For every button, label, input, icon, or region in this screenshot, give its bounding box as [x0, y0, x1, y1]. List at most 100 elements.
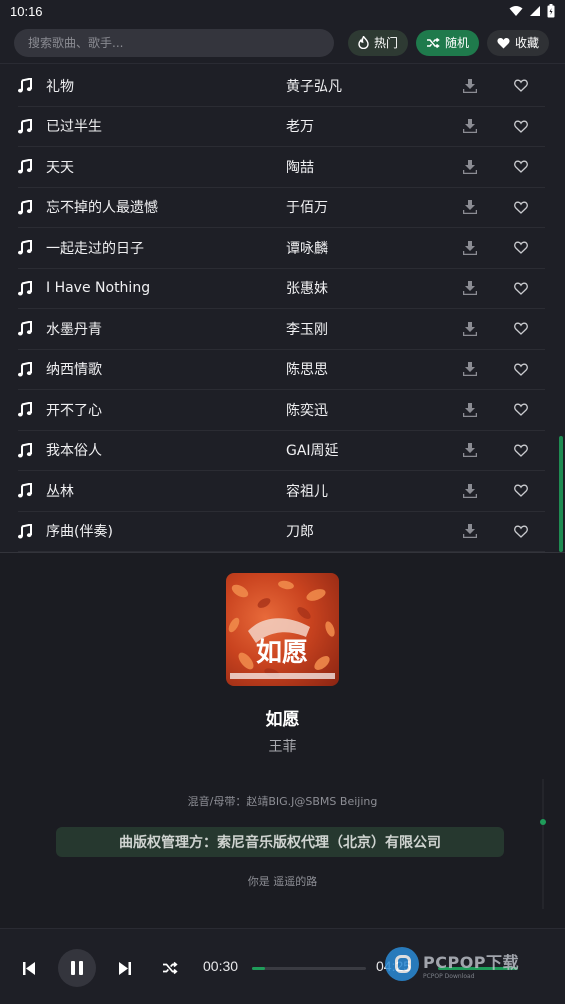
heart-outline-icon: [514, 403, 528, 417]
download-button[interactable]: [440, 281, 500, 296]
favorite-button[interactable]: [500, 282, 542, 295]
music-note-icon: [18, 402, 46, 417]
favorite-button[interactable]: [500, 444, 542, 457]
pause-icon: [71, 961, 83, 975]
heart-outline-icon: [514, 241, 528, 255]
favorite-button[interactable]: [500, 525, 542, 538]
song-title: 水墨丹青: [46, 321, 102, 338]
song-artist: 容祖儿: [286, 483, 328, 500]
search-box[interactable]: [14, 28, 334, 57]
song-row[interactable]: 水墨丹青 李玉刚: [18, 309, 545, 350]
song-artist: 张惠妹: [286, 281, 328, 298]
lyric-line: 你是 遥遥的路: [247, 875, 318, 888]
download-button[interactable]: [440, 119, 500, 134]
download-button[interactable]: [440, 321, 500, 336]
lyrics-scrollbar-thumb[interactable]: [540, 819, 546, 825]
watermark-subtext: PCPOP Download: [423, 972, 475, 980]
song-row[interactable]: 一起走过的日子 谭咏麟: [18, 228, 545, 269]
shuffle-mode-button[interactable]: [158, 957, 182, 979]
lyrics-scrollbar-track[interactable]: [542, 779, 544, 909]
heart-outline-icon: [514, 160, 528, 174]
lyric-line: 混音/母带：赵靖BIG.J@SBMS Beijing: [187, 795, 378, 808]
favorite-button[interactable]: [500, 79, 542, 93]
download-icon: [463, 321, 477, 336]
heart-outline-icon: [514, 363, 528, 376]
song-artist: GAI周延: [286, 443, 339, 460]
download-button[interactable]: [440, 483, 500, 498]
shuffle-chip-label: 随机: [445, 36, 470, 50]
download-icon: [463, 524, 477, 539]
favorite-button[interactable]: [500, 363, 542, 376]
album-cover-art: 如愿: [228, 580, 335, 679]
favorites-chip-button[interactable]: 收藏: [487, 29, 550, 56]
music-note-icon: [18, 483, 46, 498]
pause-button[interactable]: [58, 949, 96, 987]
favorite-button[interactable]: [500, 241, 542, 255]
music-note-icon: [18, 442, 46, 458]
music-note-icon: [18, 321, 46, 336]
song-row[interactable]: 序曲(伴奏) 刀郎: [18, 512, 545, 552]
album-cover-text: 如愿: [256, 638, 308, 668]
favorite-button[interactable]: [500, 120, 542, 133]
favorite-button[interactable]: [500, 160, 542, 174]
download-button[interactable]: [440, 240, 500, 255]
heart-outline-icon: [514, 201, 528, 214]
heart-icon: [497, 37, 510, 48]
album-cover: 如愿: [226, 573, 339, 686]
music-note-icon: [18, 523, 46, 539]
skip-previous-icon: [23, 961, 35, 975]
shuffle-chip-button[interactable]: 随机: [416, 29, 480, 56]
heart-outline-icon: [514, 484, 528, 498]
song-row[interactable]: I Have Nothing 张惠妹: [18, 269, 545, 309]
song-row[interactable]: 开不了心 陈奕迅: [18, 390, 545, 431]
song-row[interactable]: 已过半生 老万: [18, 107, 545, 147]
download-button[interactable]: [440, 443, 500, 458]
song-title: 天天: [46, 159, 74, 176]
watermark-logo-icon: [385, 947, 419, 981]
song-title: 已过半生: [46, 119, 102, 136]
music-note-icon: [18, 159, 46, 174]
song-row[interactable]: 礼物 黄子弘凡: [18, 66, 545, 107]
download-button[interactable]: [440, 78, 500, 93]
download-icon: [463, 281, 477, 296]
progress-slider[interactable]: [252, 967, 366, 970]
top-bar: 热门 随机 收藏: [0, 22, 565, 64]
music-note-icon: [18, 78, 46, 93]
song-row[interactable]: 丛林 容祖儿: [18, 471, 545, 512]
song-title: 序曲(伴奏): [46, 524, 113, 541]
song-title: 纳西情歌: [46, 362, 102, 379]
song-row[interactable]: 纳西情歌 陈思思: [18, 350, 545, 390]
favorite-button[interactable]: [500, 403, 542, 417]
lyric-line-current: 曲版权管理方：索尼音乐版权代理（北京）有限公司: [56, 827, 504, 857]
favorite-button[interactable]: [500, 484, 542, 498]
download-button[interactable]: [440, 524, 500, 539]
song-list[interactable]: 礼物 黄子弘凡 已过半生 老万 天天 陶喆 忘不掉的人最遗憾 于佰万 一起走过的日子 谭咏麟 I H…: [0, 66, 565, 552]
download-icon: [463, 483, 477, 498]
previous-button[interactable]: [18, 957, 40, 979]
song-title: 一起走过的日子: [46, 240, 144, 257]
song-artist: 陶喆: [286, 159, 314, 176]
next-button[interactable]: [114, 957, 136, 979]
current-time: 00:30: [203, 958, 239, 974]
hot-chip-button[interactable]: 热门: [348, 29, 409, 56]
heart-outline-icon: [514, 282, 528, 295]
download-button[interactable]: [440, 402, 500, 417]
download-icon: [463, 362, 477, 377]
download-button[interactable]: [440, 159, 500, 174]
song-title: I Have Nothing: [46, 280, 151, 297]
status-time: 10:16: [10, 3, 43, 19]
download-button[interactable]: [440, 362, 500, 377]
song-title: 忘不掉的人最遗憾: [46, 200, 158, 217]
list-scrollbar[interactable]: [559, 436, 563, 552]
song-row[interactable]: 天天 陶喆: [18, 147, 545, 188]
song-row[interactable]: 我本俗人 GAI周延: [18, 431, 545, 471]
song-row[interactable]: 忘不掉的人最遗憾 于佰万: [18, 188, 545, 228]
download-icon: [463, 78, 477, 93]
skip-next-icon: [119, 961, 131, 975]
download-icon: [463, 200, 477, 215]
favorite-button[interactable]: [500, 322, 542, 336]
status-bar: 10:16: [0, 0, 565, 22]
download-button[interactable]: [440, 200, 500, 215]
favorite-button[interactable]: [500, 201, 542, 214]
search-input[interactable]: [28, 35, 320, 50]
